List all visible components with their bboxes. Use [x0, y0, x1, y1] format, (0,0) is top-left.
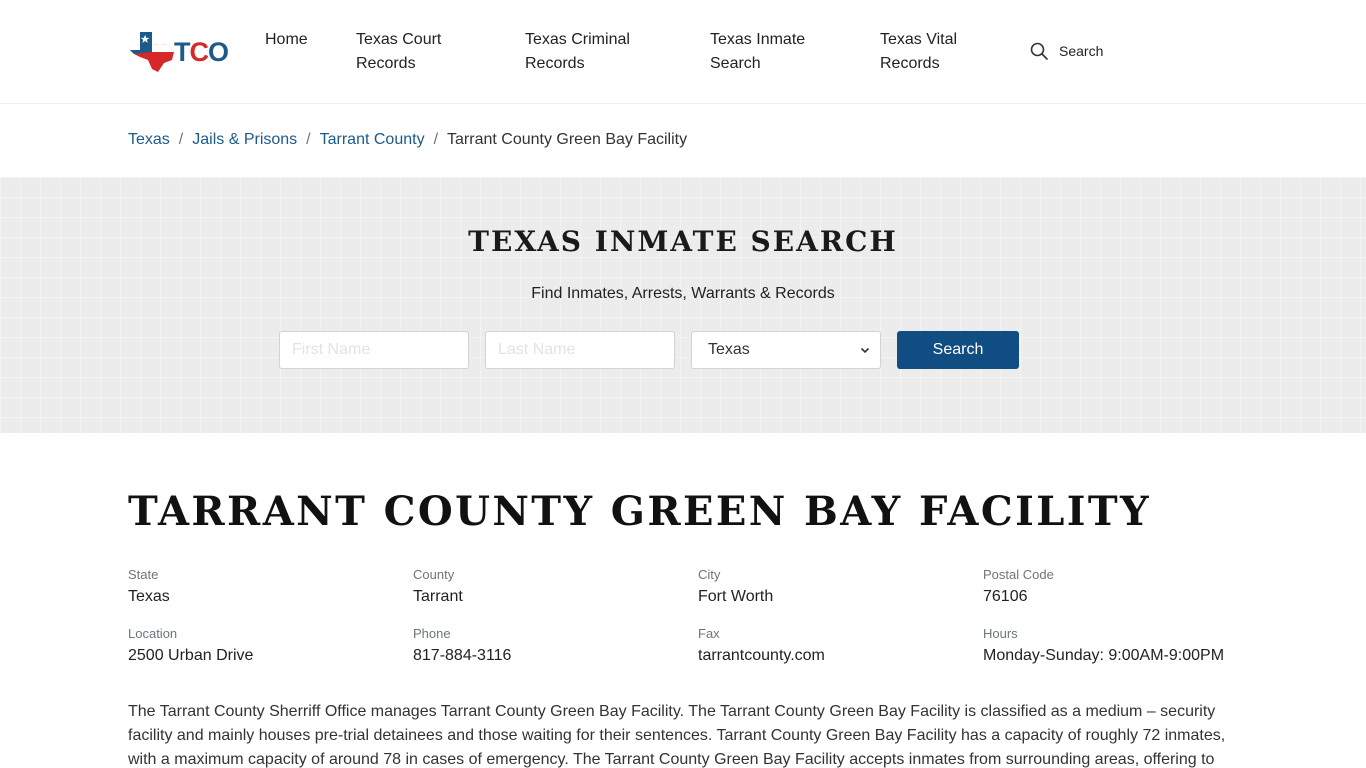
- search-icon: [1030, 42, 1048, 60]
- detail-fax: Fax tarrantcounty.com: [698, 626, 825, 667]
- detail-city: City Fort Worth: [698, 567, 773, 608]
- detail-postal-code: Postal Code 76106: [983, 567, 1054, 608]
- detail-phone: Phone 817-884-3116: [413, 626, 511, 667]
- last-name-input[interactable]: [485, 331, 675, 369]
- texas-flag-icon: [129, 32, 174, 72]
- chevron-down-icon: [860, 347, 870, 354]
- detail-label: City: [698, 567, 721, 582]
- first-name-input[interactable]: [279, 331, 469, 369]
- site-logo[interactable]: TCO: [128, 30, 229, 74]
- detail-state: State Texas: [128, 567, 170, 608]
- page-title: TARRANT COUNTY GREEN BAY FACILITY: [128, 488, 1151, 535]
- detail-location: Location 2500 Urban Drive: [128, 626, 253, 667]
- breadcrumb-current: Tarrant County Green Bay Facility: [447, 131, 688, 148]
- detail-value: Fort Worth: [698, 588, 774, 605]
- state-select-value: Texas: [708, 341, 750, 358]
- detail-value: tarrantcounty.com: [698, 647, 825, 664]
- detail-label: Phone: [413, 626, 451, 641]
- header-search-link[interactable]: Search: [1030, 42, 1103, 60]
- breadcrumb-tarrant-county[interactable]: Tarrant County: [320, 129, 425, 151]
- inmate-search-button[interactable]: Search: [897, 331, 1019, 369]
- facility-description: The Tarrant County Sherriff Office manag…: [128, 703, 1226, 768]
- nav-home[interactable]: Home: [265, 28, 325, 52]
- nav-texas-vital-records[interactable]: Texas Vital Records: [880, 28, 976, 76]
- detail-county: County Tarrant: [413, 567, 463, 608]
- detail-label: Fax: [698, 626, 720, 641]
- logo-letter-t: T: [173, 36, 190, 67]
- detail-value: Monday-Sunday: 9:00AM-9:00PM: [983, 647, 1225, 664]
- breadcrumb-separator: /: [433, 131, 439, 148]
- inmate-search-hero: TEXAS INMATE SEARCH Find Inmates, Arrest…: [0, 177, 1366, 433]
- breadcrumb-separator: /: [306, 131, 311, 148]
- detail-label: Hours: [983, 626, 1018, 641]
- hero-title: TEXAS INMATE SEARCH: [468, 225, 898, 258]
- detail-label: State: [128, 567, 159, 582]
- logo-letter-o: O: [207, 36, 229, 67]
- breadcrumb-separator: /: [178, 131, 184, 148]
- detail-value: 76106: [983, 588, 1028, 605]
- site-header: TCO Home Texas Court Records Texas Crimi…: [0, 0, 1366, 104]
- detail-value: Texas: [128, 588, 170, 605]
- detail-label: Location: [128, 626, 178, 641]
- state-select[interactable]: Texas: [691, 331, 881, 369]
- detail-value[interactable]: 817-884-3116: [413, 645, 511, 667]
- nav-texas-criminal-records[interactable]: Texas Criminal Records: [525, 28, 647, 76]
- hero-subtitle: Find Inmates, Arrests, Warrants & Record…: [531, 285, 835, 302]
- breadcrumb-jails-prisons[interactable]: Jails & Prisons: [192, 129, 297, 151]
- breadcrumb: Texas / Jails & Prisons / Tarrant County…: [128, 129, 687, 151]
- breadcrumb-texas[interactable]: Texas: [128, 129, 170, 151]
- nav-texas-inmate-search[interactable]: Texas Inmate Search: [710, 28, 822, 76]
- logo-letter-c: C: [189, 36, 208, 67]
- detail-value: Tarrant: [413, 588, 463, 605]
- detail-label: Postal Code: [983, 567, 1054, 582]
- detail-value: 2500 Urban Drive: [128, 647, 254, 664]
- header-search-label: Search: [1059, 43, 1104, 59]
- logo-wordmark: TCO: [173, 36, 229, 67]
- detail-label: County: [413, 567, 455, 582]
- nav-texas-court-records[interactable]: Texas Court Records: [356, 28, 468, 76]
- detail-hours: Hours Monday-Sunday: 9:00AM-9:00PM: [983, 626, 1224, 667]
